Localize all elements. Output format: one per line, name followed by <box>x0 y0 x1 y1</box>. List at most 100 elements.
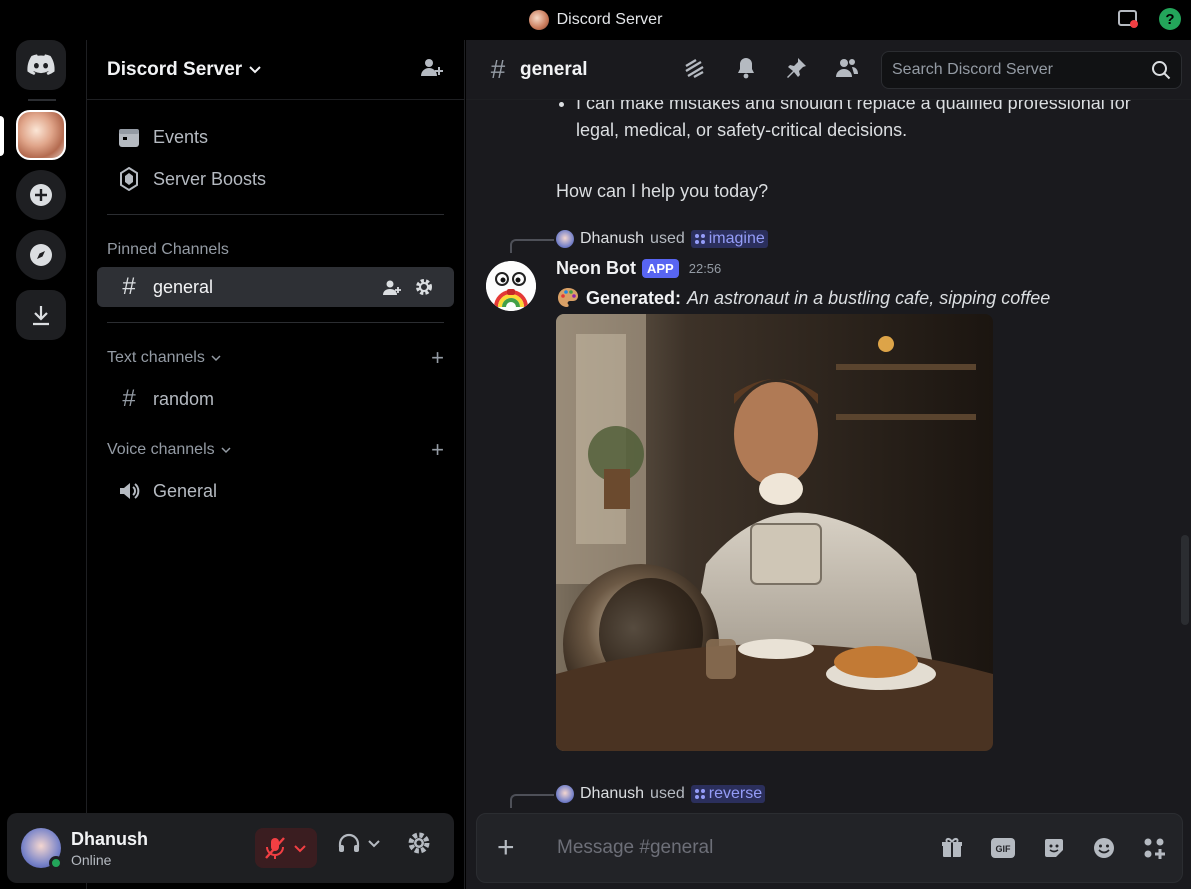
create-channel-plus-icon[interactable]: + <box>431 345 444 371</box>
search-icon <box>1152 61 1171 80</box>
mute-button[interactable] <box>255 828 317 868</box>
message-composer[interactable]: + Message #general GIF <box>476 813 1183 883</box>
app-command-icon <box>694 234 705 244</box>
slash-command-mention[interactable]: imagine <box>690 230 768 248</box>
sidebar-item-label: Server Boosts <box>153 168 267 189</box>
gif-icon[interactable]: GIF <box>990 837 1016 859</box>
channel-name: General <box>153 480 218 501</box>
calendar-icon <box>119 129 139 147</box>
reply-used-text: used <box>650 230 685 247</box>
gear-icon <box>408 832 430 854</box>
category-label: Text channels <box>107 349 205 366</box>
command-reply-context[interactable]: Dhanush used imagine <box>556 230 768 248</box>
reply-username: Dhanush <box>580 785 645 802</box>
upload-plus-icon[interactable]: + <box>497 831 527 865</box>
generated-prompt: An astronaut in a bustling cafe, sipping… <box>687 287 1051 308</box>
headphones-icon <box>338 833 360 852</box>
username: Dhanush <box>71 828 149 849</box>
search-placeholder: Search Discord Server <box>892 61 1053 78</box>
search-input[interactable]: Search Discord Server <box>881 51 1182 89</box>
server-icon-discord-server[interactable] <box>16 110 66 160</box>
user-status-text: Online <box>71 851 112 868</box>
generated-image[interactable] <box>556 314 993 751</box>
sticker-icon[interactable] <box>1042 836 1066 860</box>
plus-icon <box>30 184 52 206</box>
text-channel-icon: # <box>122 273 136 300</box>
add-server-button[interactable] <box>16 170 66 220</box>
message-list: I can make mistakes and shouldn't replac… <box>466 100 1191 810</box>
discover-button[interactable] <box>16 230 66 280</box>
voice-channel-general[interactable]: General <box>97 471 454 511</box>
chevron-down-icon[interactable] <box>367 836 381 850</box>
channel-random[interactable]: # random <box>97 379 454 419</box>
gift-icon[interactable] <box>940 836 964 860</box>
pinned-channels-title: Pinned Channels <box>107 241 229 258</box>
previous-message-bullet: I can make mistakes and shouldn't replac… <box>556 100 1156 144</box>
avatar <box>556 785 574 803</box>
scrollbar-thumb[interactable] <box>1181 535 1189 625</box>
chevron-down-icon[interactable] <box>293 841 307 855</box>
inbox-icon[interactable] <box>1117 8 1139 30</box>
reply-used-text: used <box>650 785 685 802</box>
artist-palette-icon <box>558 288 578 307</box>
deafen-button[interactable] <box>337 831 381 855</box>
chat-area: # general Search Discord Server I can ma… <box>466 40 1191 889</box>
generated-label: Generated: <box>586 287 682 308</box>
discord-home-button[interactable] <box>16 40 66 90</box>
text-channels-category[interactable]: Text channels + <box>87 343 464 373</box>
create-invite-icon[interactable] <box>382 277 402 297</box>
command-name: imagine <box>708 230 765 247</box>
server-rail <box>0 40 86 889</box>
threads-icon[interactable] <box>682 56 708 82</box>
app-badge: APP <box>642 259 679 278</box>
channel-name: general <box>153 276 214 297</box>
message-input[interactable]: Message #general <box>557 837 713 859</box>
category-label: Voice channels <box>107 441 215 458</box>
slash-command-mention[interactable]: reverse <box>690 785 766 803</box>
mic-muted-icon <box>265 837 285 859</box>
svg-text:GIF: GIF <box>996 844 1012 854</box>
gear-icon[interactable] <box>414 277 434 297</box>
channel-name: random <box>153 388 215 409</box>
apps-icon[interactable] <box>1142 836 1166 860</box>
chevron-down-icon <box>221 447 231 454</box>
command-name: reverse <box>708 785 763 802</box>
voice-channels-category[interactable]: Voice channels + <box>87 435 464 465</box>
avatar[interactable] <box>486 261 536 311</box>
channel-general[interactable]: # general <box>97 267 454 307</box>
selected-server-indicator <box>0 116 4 156</box>
chevron-down-icon <box>249 65 261 73</box>
command-reply-context[interactable]: Dhanush used reverse <box>556 785 766 803</box>
sidebar-item-server-boosts[interactable]: Server Boosts <box>97 158 454 200</box>
help-icon[interactable]: ? <box>1159 8 1181 30</box>
text-channel-icon: # <box>122 385 136 412</box>
reply-username: Dhanush <box>580 230 645 247</box>
user-settings-button[interactable] <box>407 831 431 855</box>
pinned-channels-header: Pinned Channels <box>87 235 464 265</box>
app-command-icon <box>694 789 705 799</box>
boost-gem-icon <box>120 167 138 191</box>
download-icon <box>33 306 49 326</box>
channel-title: general <box>520 58 588 80</box>
sidebar-item-label: Events <box>153 126 209 147</box>
reply-connector <box>510 794 554 808</box>
user-panel: Dhanush Online <box>7 813 454 883</box>
create-channel-plus-icon[interactable]: + <box>431 437 444 463</box>
message-text: I can make mistakes and shouldn't replac… <box>576 100 1156 144</box>
rail-separator <box>28 99 56 101</box>
bot-username[interactable]: Neon Bot <box>556 258 636 279</box>
emoji-icon[interactable] <box>1092 836 1116 860</box>
pin-icon[interactable] <box>784 56 808 80</box>
avatar <box>556 230 574 248</box>
avatar[interactable] <box>21 828 63 870</box>
notification-bell-icon[interactable] <box>734 56 758 80</box>
server-header[interactable]: Discord Server <box>87 40 464 100</box>
window-title: Discord Server <box>528 10 662 30</box>
online-status-icon <box>49 856 63 870</box>
text-channel-icon: # <box>490 54 506 84</box>
member-list-icon[interactable] <box>834 56 860 80</box>
sidebar-item-events[interactable]: Events <box>97 116 454 158</box>
download-apps-button[interactable] <box>16 290 66 340</box>
invite-people-icon[interactable] <box>420 55 444 84</box>
message-timestamp: 22:56 <box>688 261 722 276</box>
